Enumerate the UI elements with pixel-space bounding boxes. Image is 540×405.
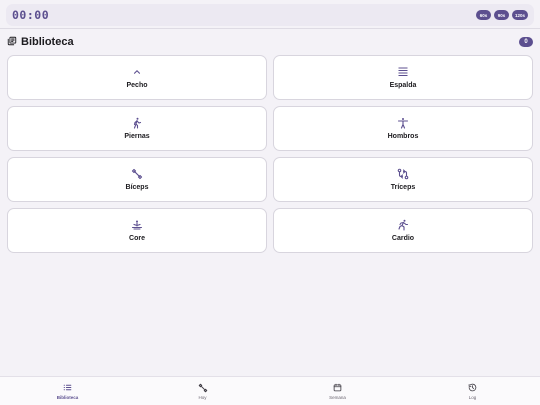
walking-person-icon (131, 117, 143, 129)
preset-120s-button[interactable]: 120s (511, 10, 528, 20)
nav-label: Hoy (198, 394, 207, 400)
category-label: Espalda (389, 82, 417, 89)
person-arms-out-icon (397, 117, 409, 129)
header-divider (0, 28, 540, 29)
horizontal-lines-icon (397, 66, 409, 78)
category-label: Piernas (124, 133, 150, 140)
category-label: Pecho (126, 82, 148, 89)
library-header: Biblioteca 0 (7, 35, 533, 49)
category-label: Bíceps (125, 184, 149, 191)
chevron-up-icon (131, 66, 143, 78)
category-card-pecho[interactable]: Pecho (7, 55, 267, 100)
list-icon (63, 383, 73, 393)
page-title: Biblioteca (21, 36, 74, 48)
category-card-hombros[interactable]: Hombros (273, 106, 533, 151)
category-label: Core (129, 235, 145, 242)
category-card-cardio[interactable]: Cardio (273, 208, 533, 253)
preset-60s-button[interactable]: 60s (475, 10, 491, 20)
route-icon (397, 168, 409, 180)
nav-item-biblioteca[interactable]: Biblioteca (0, 377, 135, 405)
library-icon (7, 33, 17, 51)
category-card-piernas[interactable]: Piernas (7, 106, 267, 151)
nav-item-hoy[interactable]: Hoy (135, 377, 270, 405)
category-card-espalda[interactable]: Espalda (273, 55, 533, 100)
calendar-icon (333, 383, 343, 393)
rowing-icon (131, 219, 143, 231)
nav-item-log[interactable]: Log (405, 377, 540, 405)
nav-item-semana[interactable]: Semana (270, 377, 405, 405)
count-badge: 0 (519, 37, 533, 47)
preset-90s-button[interactable]: 90s (493, 10, 509, 20)
running-person-icon (397, 219, 409, 231)
category-label: Hombros (387, 133, 419, 140)
category-card-triceps[interactable]: Tríceps (273, 157, 533, 202)
timer-display: 00:00 (12, 8, 50, 22)
nav-label: Log (468, 394, 477, 400)
category-label: Cardio (391, 235, 415, 242)
category-grid: Pecho Espalda Piernas Hombros Bíceps Trí… (7, 55, 533, 253)
bottom-navigation: Biblioteca Hoy Semana Log (0, 376, 540, 405)
nav-label: Biblioteca (56, 394, 79, 400)
nav-label: Semana (329, 394, 346, 400)
dumbbell-icon (131, 168, 143, 180)
timer-bar: 00:00 60s 90s 120s (6, 4, 534, 26)
category-card-biceps[interactable]: Bíceps (7, 157, 267, 202)
dumbbell-icon (198, 383, 208, 393)
timer-presets: 60s 90s 120s (475, 10, 528, 20)
category-card-core[interactable]: Core (7, 208, 267, 253)
category-label: Tríceps (390, 184, 416, 191)
history-icon (468, 383, 478, 393)
